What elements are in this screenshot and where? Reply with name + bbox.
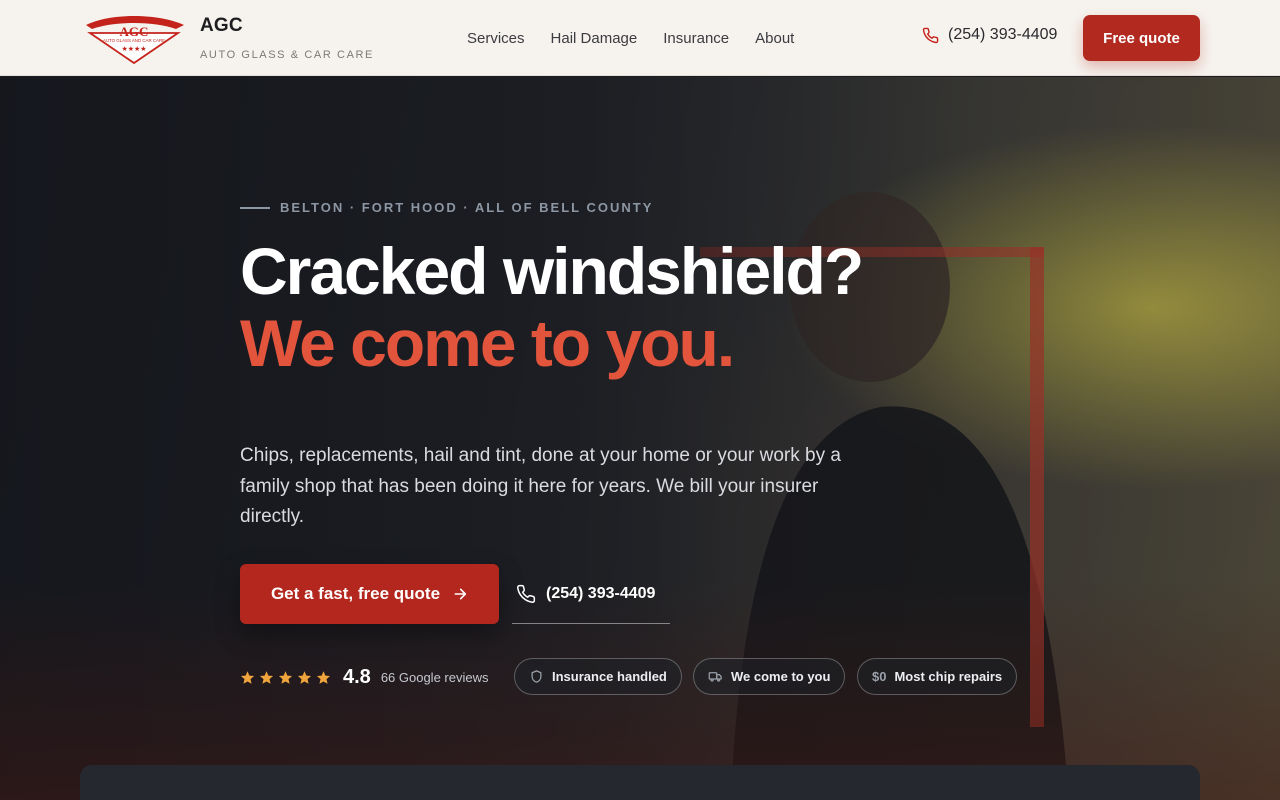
brand-logo[interactable]: AGC AUTO GLASS AND CAR CARE ★★★★ xyxy=(80,11,188,65)
site-header: AGC AUTO GLASS AND CAR CARE ★★★★ AGC AUT… xyxy=(0,0,1280,76)
brand-name[interactable]: AGC xyxy=(200,15,374,37)
star-icon xyxy=(259,670,274,684)
arrow-right-icon xyxy=(454,588,467,600)
brand: AGC AUTO GLASS & CAR CARE xyxy=(200,15,374,61)
badge-mobile-service: We come to you xyxy=(693,658,846,695)
header-phone-link[interactable]: (254) 393-4409 xyxy=(922,26,1057,44)
review-count: 66 Google reviews xyxy=(380,669,489,685)
svg-text:★★★★: ★★★★ xyxy=(121,45,146,53)
headline-line-1: Cracked windshield? xyxy=(240,234,864,308)
star-icon xyxy=(240,670,255,684)
main-nav: Services Hail Damage Insurance About xyxy=(467,0,794,76)
truck-icon xyxy=(708,672,722,682)
rating-stars xyxy=(240,670,331,685)
rating-value: 4.8 xyxy=(343,665,371,688)
get-quote-button[interactable]: Get a fast, free quote xyxy=(240,564,499,624)
badge-label: Most chip repairs xyxy=(894,669,1003,684)
phone-icon xyxy=(517,584,536,603)
nav-item-about[interactable]: About xyxy=(755,30,794,47)
service-area-eyebrow: BELTON · FORT HOOD · ALL OF BELL COUNTY xyxy=(240,200,653,215)
badge-label: We come to you xyxy=(731,669,831,684)
hero-phone-link[interactable]: (254) 393-4409 xyxy=(512,564,670,624)
badge-insurance-handled: Insurance handled xyxy=(514,658,682,695)
svg-text:AGC: AGC xyxy=(120,24,149,39)
eyebrow-text: BELTON · FORT HOOD · ALL OF BELL COUNTY xyxy=(280,200,654,215)
phone-icon xyxy=(922,27,939,43)
shield-icon xyxy=(531,670,542,683)
headline-line-2: We come to you. xyxy=(240,306,735,380)
star-icon xyxy=(316,670,331,684)
nav-item-insurance[interactable]: Insurance xyxy=(663,30,729,47)
badge-free-chip-repair: $0 Most chip repairs xyxy=(857,658,1018,695)
hero-headline: Cracked windshield? We come to you. xyxy=(240,234,864,380)
next-section-card xyxy=(80,765,1200,800)
hero-section: BELTON · FORT HOOD · ALL OF BELL COUNTY … xyxy=(0,77,1280,800)
eyebrow-rule xyxy=(240,206,270,209)
get-quote-label: Get a fast, free quote xyxy=(270,584,441,603)
svg-text:AUTO GLASS AND CAR CARE: AUTO GLASS AND CAR CARE xyxy=(103,38,165,43)
brand-tagline: AUTO GLASS & CAR CARE xyxy=(200,48,374,61)
nav-item-services[interactable]: Services xyxy=(467,30,525,47)
star-icon xyxy=(278,670,293,684)
header-phone-number: (254) 393-4409 xyxy=(948,26,1058,43)
hero-description: Chips, replacements, hail and tint, done… xyxy=(240,445,841,527)
star-icon xyxy=(297,670,312,684)
dollar-icon: $0 xyxy=(872,669,887,684)
hero-phone-number: (254) 393-4409 xyxy=(546,584,656,602)
google-rating[interactable]: 4.8 66 Google reviews xyxy=(240,665,488,689)
badge-label: Insurance handled xyxy=(552,669,667,684)
free-quote-button[interactable]: Free quote xyxy=(1083,15,1200,61)
nav-item-hail-damage[interactable]: Hail Damage xyxy=(551,30,638,47)
